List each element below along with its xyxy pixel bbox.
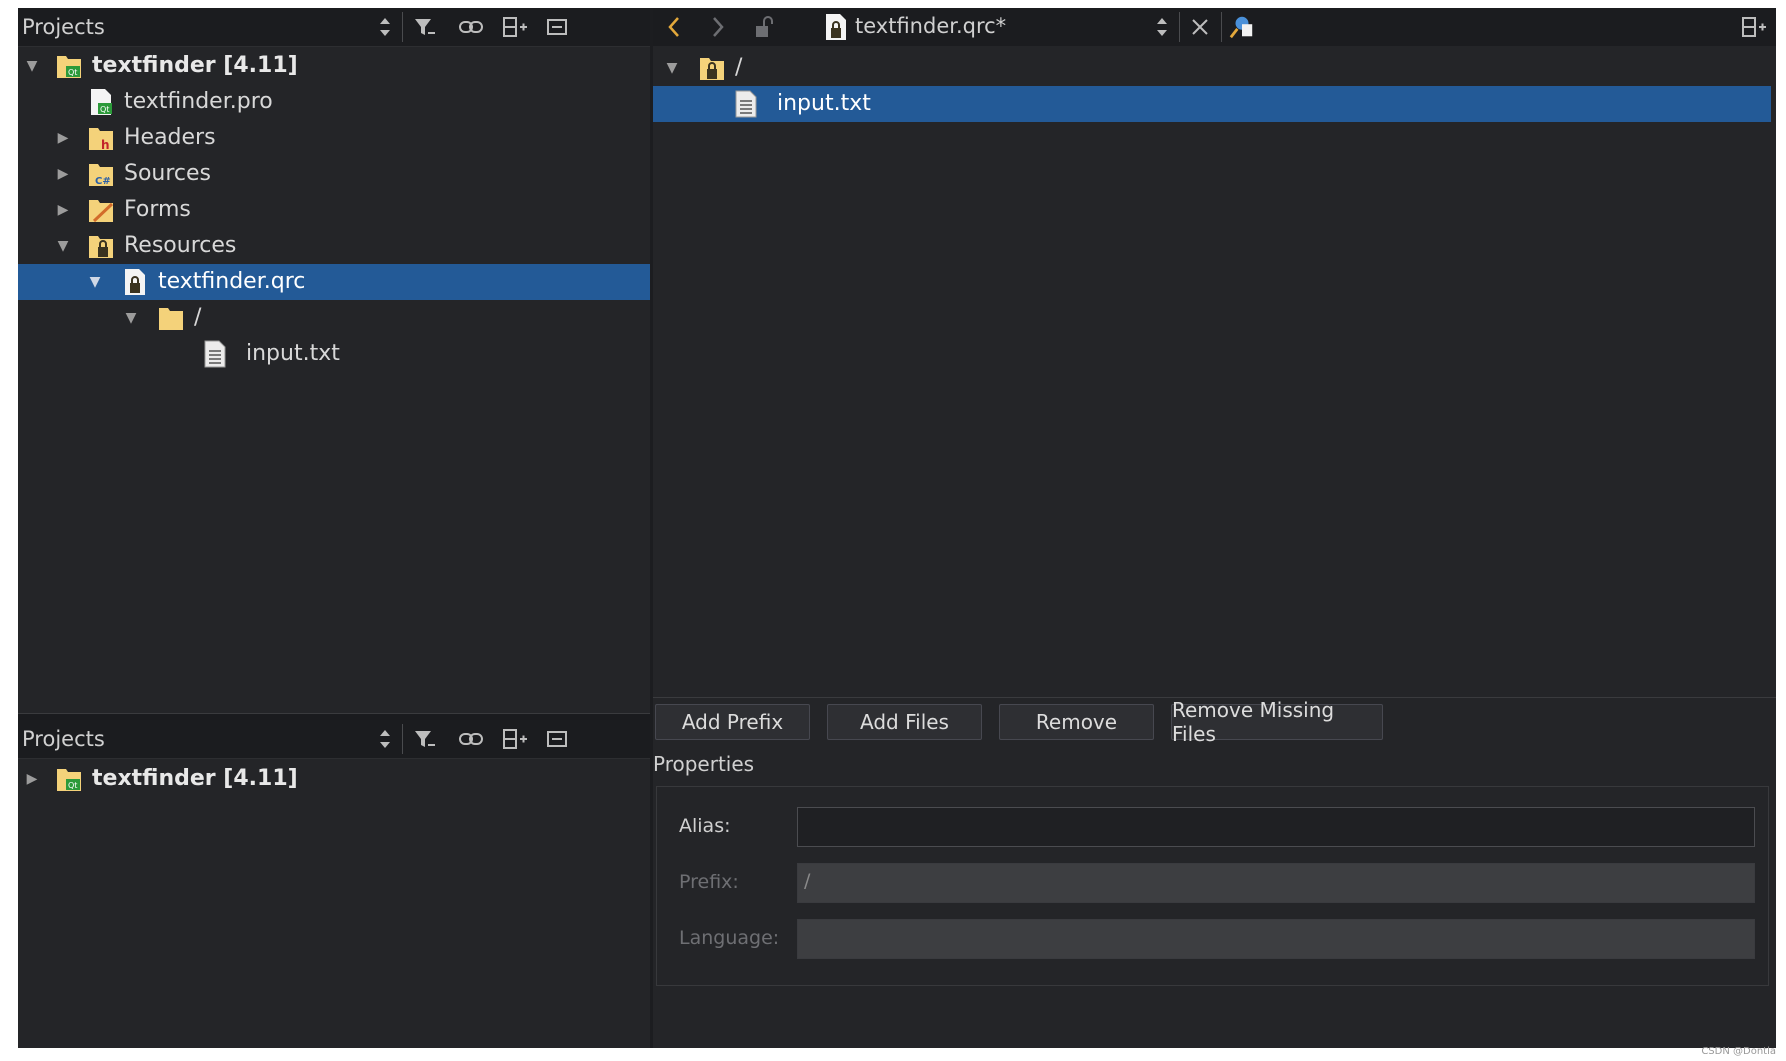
header-separator — [1221, 12, 1222, 42]
tree-row-sources[interactable]: ▶ C# Sources — [18, 156, 650, 192]
resources-folder-icon — [88, 232, 114, 260]
pro-file-icon: Qt — [88, 88, 114, 116]
projects-panel-header: Projects — [18, 8, 650, 47]
tree-label: textfinder [4.11] — [92, 53, 298, 78]
tree-row-prefix[interactable]: ▼ / — [653, 50, 1776, 86]
panel-title: Projects — [22, 727, 105, 751]
filter-icon[interactable] — [412, 14, 438, 40]
expand-arrow-icon[interactable]: ▼ — [122, 309, 140, 327]
tree-row-resources[interactable]: ▼ Resources — [18, 228, 650, 264]
resource-button-bar: Add Prefix Add Files Remove Remove Missi… — [653, 697, 1776, 748]
tree-label: Forms — [124, 197, 191, 222]
tree-row-pro-file[interactable]: Qt textfinder.pro — [18, 84, 650, 120]
header-separator — [402, 724, 403, 754]
projects-panel-bottom: Projects ▶ Qt textfinder [4.11] — [18, 720, 650, 1048]
tree-label: input.txt — [246, 341, 340, 366]
close-panel-icon[interactable] — [544, 726, 570, 752]
headers-folder-icon: h — [88, 124, 114, 152]
tree-label: input.txt — [777, 91, 871, 116]
tree-label: textfinder.qrc — [158, 269, 306, 294]
add-files-button[interactable]: Add Files — [827, 704, 982, 740]
projects-panel-header: Projects — [18, 720, 650, 759]
svg-text:C#: C# — [95, 176, 111, 187]
lock-icon[interactable] — [751, 14, 777, 40]
properties-group: Alias: Prefix: / Language: — [656, 786, 1769, 986]
svg-text:h: h — [101, 138, 110, 152]
language-field[interactable] — [797, 919, 1755, 959]
svg-text:Qt: Qt — [100, 105, 109, 114]
qt-project-icon: Qt — [56, 52, 82, 80]
split-add-icon[interactable] — [502, 726, 528, 752]
inspect-icon[interactable] — [1229, 14, 1255, 40]
resource-tree: ▼ / input.txt — [653, 46, 1776, 697]
header-separator — [1179, 12, 1180, 42]
tree-row-project[interactable]: ▶ Qt textfinder [4.11] — [18, 761, 650, 797]
qrc-file-icon — [823, 14, 849, 40]
collapsed-arrow-icon[interactable]: ▶ — [23, 770, 41, 788]
projects-panel-top: Projects ▼ Qt textfinder [4.11] Qt textf… — [18, 8, 650, 713]
tree-row-qrc-file[interactable]: ▼ textfinder.qrc — [18, 264, 650, 300]
folder-icon — [158, 304, 184, 332]
filter-icon[interactable] — [412, 726, 438, 752]
expand-arrow-icon[interactable]: ▼ — [54, 237, 72, 255]
text-file-icon — [733, 90, 759, 118]
collapsed-arrow-icon[interactable]: ▶ — [54, 201, 72, 219]
sort-updown-icon[interactable] — [1149, 14, 1175, 40]
link-icon[interactable] — [458, 726, 484, 752]
prefix-label: Prefix: — [679, 871, 739, 893]
tree-row-input-file[interactable]: input.txt — [18, 336, 650, 372]
watermark: CSDN @Dontla — [1701, 1046, 1776, 1057]
tree-row-forms[interactable]: ▶ Forms — [18, 192, 650, 228]
tree-label: textfinder [4.11] — [92, 766, 298, 791]
add-prefix-button[interactable]: Add Prefix — [655, 704, 810, 740]
tree-label: Headers — [124, 125, 216, 150]
tree-row-prefix-folder[interactable]: ▼ / — [18, 300, 650, 336]
remove-missing-files-button[interactable]: Remove Missing Files — [1171, 698, 1383, 746]
tree-label: / — [735, 55, 743, 80]
text-file-icon — [202, 340, 228, 368]
svg-text:Qt: Qt — [68, 781, 77, 790]
tree-row-project[interactable]: ▼ Qt textfinder [4.11] — [18, 48, 650, 84]
panel-title: Projects — [22, 15, 105, 39]
qt-creator-window: Projects ▼ Qt textfinder [4.11] Qt textf… — [18, 8, 1776, 1048]
sources-folder-icon: C# — [88, 160, 114, 188]
close-icon[interactable] — [1187, 14, 1213, 40]
forward-arrow-icon[interactable] — [705, 14, 731, 40]
sort-updown-icon[interactable] — [372, 726, 398, 752]
header-separator — [402, 12, 403, 42]
remove-button[interactable]: Remove — [999, 704, 1154, 740]
svg-text:Qt: Qt — [68, 68, 77, 77]
link-icon[interactable] — [458, 14, 484, 40]
open-file-title[interactable]: textfinder.qrc* — [855, 14, 1006, 38]
qrc-file-icon — [122, 268, 148, 296]
editor-toolbar: textfinder.qrc* — [653, 8, 1776, 46]
split-add-icon[interactable] — [502, 14, 528, 40]
tree-label: Resources — [124, 233, 237, 258]
qrc-prefix-icon — [699, 54, 725, 82]
tree-label: Sources — [124, 161, 212, 186]
prefix-field[interactable]: / — [797, 863, 1755, 903]
sort-updown-icon[interactable] — [372, 14, 398, 40]
expand-arrow-icon[interactable]: ▼ — [86, 273, 104, 291]
tree-label: textfinder.pro — [124, 89, 273, 114]
collapsed-arrow-icon[interactable]: ▶ — [54, 129, 72, 147]
properties-title: Properties — [653, 752, 755, 776]
tree-row-input-file[interactable]: input.txt — [653, 86, 1771, 122]
tree-label: / — [194, 305, 202, 330]
expand-arrow-icon[interactable]: ▼ — [663, 59, 681, 77]
back-arrow-icon[interactable] — [661, 14, 687, 40]
tree-row-headers[interactable]: ▶ h Headers — [18, 120, 650, 156]
forms-folder-icon — [88, 196, 114, 224]
resource-editor: textfinder.qrc* ▼ / input.txt Add Prefix… — [653, 8, 1776, 1048]
split-add-icon[interactable] — [1741, 14, 1767, 40]
close-panel-icon[interactable] — [544, 14, 570, 40]
language-label: Language: — [679, 927, 780, 949]
alias-label: Alias: — [679, 815, 731, 837]
qt-project-icon: Qt — [56, 765, 82, 793]
alias-field[interactable] — [797, 807, 1755, 847]
collapsed-arrow-icon[interactable]: ▶ — [54, 165, 72, 183]
expand-arrow-icon[interactable]: ▼ — [23, 57, 41, 75]
